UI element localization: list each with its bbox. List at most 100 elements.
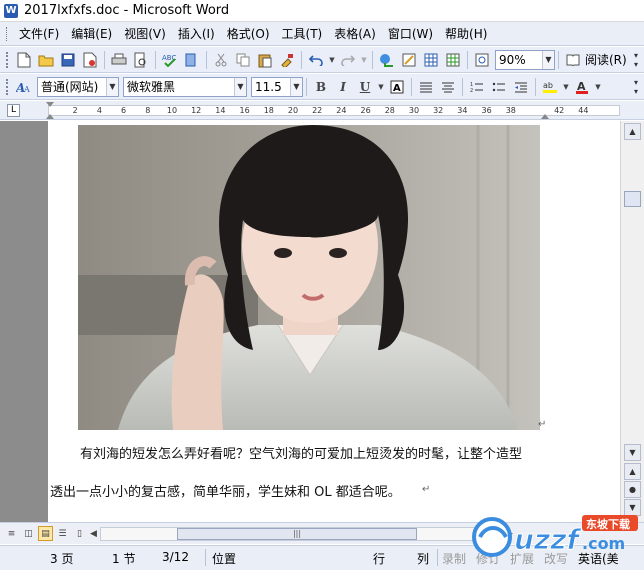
toolbar-separator [104, 50, 105, 69]
normal-view-icon[interactable]: ≡ [4, 526, 19, 541]
underline-dropdown-icon[interactable]: ▼ [377, 77, 385, 97]
styles-formatting-icon[interactable]: AA [14, 77, 34, 97]
decrease-indent-icon[interactable] [511, 77, 531, 97]
underline-icon[interactable]: U [355, 77, 375, 97]
bold-icon[interactable]: B [311, 77, 331, 97]
bullets-icon[interactable] [489, 77, 509, 97]
uzzf-watermark-logo: uzzf .com 东坡下载 [470, 505, 644, 567]
menu-view[interactable]: 视图(V) [118, 25, 172, 42]
status-page: 3 页 [50, 552, 74, 566]
first-line-indent-marker[interactable] [46, 102, 54, 107]
menu-table[interactable]: 表格(A) [328, 25, 382, 42]
scroll-up-icon[interactable]: ▲ [624, 123, 641, 140]
svg-text:A: A [23, 85, 30, 94]
vertical-scrollbar[interactable]: ▲ ▼ ▲ ● ▼ [620, 121, 644, 522]
permission-icon[interactable] [80, 50, 100, 70]
numbering-icon[interactable]: 12 [467, 77, 487, 97]
inserted-photo[interactable] [78, 125, 540, 430]
reading-view-icon[interactable]: ▯ [72, 526, 87, 541]
character-border-icon[interactable]: A [387, 77, 407, 97]
open-folder-icon[interactable] [36, 50, 56, 70]
insert-excel-icon[interactable] [443, 50, 463, 70]
menu-bar: 文件(F) 编辑(E) 视图(V) 插入(I) 格式(O) 工具(T) 表格(A… [0, 22, 644, 46]
menu-window[interactable]: 窗口(W) [382, 25, 439, 42]
ruler-tick-label: 22 [312, 106, 323, 115]
document-map-icon[interactable] [472, 50, 492, 70]
ruler-tick-label: 2 [72, 106, 78, 115]
undo-dropdown-icon[interactable]: ▼ [328, 50, 336, 70]
spelling-icon[interactable]: ABC [160, 50, 180, 70]
menu-tools[interactable]: 工具(T) [276, 25, 329, 42]
menu-insert[interactable]: 插入(I) [172, 25, 221, 42]
font-color-dropdown-icon[interactable]: ▼ [594, 77, 602, 97]
watermark-tag: 东坡下载 [586, 518, 630, 531]
toolbar-grip[interactable] [6, 51, 9, 68]
size-dropdown-arrow-icon[interactable]: ▼ [290, 77, 302, 96]
menu-grip[interactable] [6, 26, 9, 41]
horizontal-scroll-thumb[interactable]: ||| [177, 528, 417, 540]
ruler-track[interactable]: 2 4 6 8 10 12 14 16 18 20 22 24 26 28 30 32 34 36 38 42 44 [48, 105, 620, 116]
print-icon[interactable] [109, 50, 129, 70]
zoom-select[interactable]: 90% ▼ [495, 49, 555, 70]
menu-help[interactable]: 帮助(H) [439, 25, 493, 42]
ruler-tick-label: 6 [121, 106, 127, 115]
select-browse-object-icon[interactable]: ● [624, 481, 641, 498]
toolbar-options-icon[interactable]: ▾ ▾ [630, 77, 642, 97]
formatting-toolbar: AA 普通(网站) ▼ 微软雅黑 ▼ 11.5 ▼ B I U ▼ A 12 a… [0, 74, 644, 100]
status-page-count: 3/12 [162, 550, 189, 564]
web-layout-view-icon[interactable]: ◫ [21, 526, 36, 541]
paragraph-line-2: 透出一点小小的复古感，简单华丽，学生妹和 OL 都适合呢。 [50, 485, 401, 500]
toolbar-separator [467, 50, 468, 69]
document-page[interactable]: ↵ 有刘海的短发怎么弄好看呢？空气刘海的可爱加上短烫发的时髦，让整个造型 透出一… [48, 121, 620, 522]
save-icon[interactable] [58, 50, 78, 70]
reading-layout-icon[interactable] [563, 50, 583, 70]
menu-file[interactable]: 文件(F) [13, 25, 65, 42]
ruler-tick-label: 14 [215, 106, 226, 115]
format-painter-icon[interactable] [277, 50, 297, 70]
toolbar-grip[interactable] [6, 78, 9, 95]
undo-icon[interactable] [306, 50, 326, 70]
scroll-left-icon[interactable]: ◀ [86, 526, 101, 541]
ruler-tick-label: 34 [457, 106, 468, 115]
tab-selector-icon[interactable]: L [7, 104, 20, 117]
highlight-dropdown-icon[interactable]: ▼ [562, 77, 570, 97]
align-center-icon[interactable] [438, 77, 458, 97]
insert-table-icon[interactable] [421, 50, 441, 70]
style-select[interactable]: 普通(网站) ▼ [37, 76, 119, 97]
outline-view-icon[interactable]: ☰ [55, 526, 70, 541]
font-dropdown-arrow-icon[interactable]: ▼ [234, 77, 246, 96]
redo-dropdown-icon[interactable]: ▼ [360, 50, 368, 70]
status-record[interactable]: 录制 [442, 550, 466, 567]
print-layout-view-icon[interactable]: ▤ [38, 526, 53, 541]
font-select[interactable]: 微软雅黑 ▼ [123, 76, 247, 97]
cut-icon[interactable] [211, 50, 231, 70]
status-line: 行 [373, 552, 386, 566]
align-justify-icon[interactable] [416, 77, 436, 97]
style-dropdown-arrow-icon[interactable]: ▼ [106, 77, 118, 96]
italic-icon[interactable]: I [333, 77, 353, 97]
new-document-icon[interactable] [14, 50, 34, 70]
previous-page-icon[interactable]: ▲ [624, 463, 641, 480]
redo-icon[interactable] [338, 50, 358, 70]
hyperlink-icon[interactable] [377, 50, 397, 70]
highlight-icon[interactable]: ab [540, 77, 560, 97]
print-preview-icon[interactable] [131, 50, 151, 70]
left-indent-marker[interactable] [46, 114, 54, 119]
scroll-down-icon[interactable]: ▼ [624, 444, 641, 461]
font-color-icon[interactable]: A [572, 77, 592, 97]
status-column: 列 [417, 552, 430, 566]
menu-edit[interactable]: 编辑(E) [65, 25, 118, 42]
zoom-dropdown-arrow-icon[interactable]: ▼ [542, 50, 554, 69]
horizontal-scroll-track[interactable]: ||| [100, 527, 500, 541]
copy-icon[interactable] [233, 50, 253, 70]
vertical-scroll-thumb[interactable] [624, 191, 641, 207]
toolbar-options-icon[interactable]: ▾ ▾ [630, 50, 642, 70]
tables-borders-icon[interactable] [399, 50, 419, 70]
right-indent-marker[interactable] [541, 114, 549, 119]
font-size-select[interactable]: 11.5 ▼ [251, 76, 303, 97]
research-icon[interactable] [182, 50, 202, 70]
paste-icon[interactable] [255, 50, 275, 70]
reading-button-label[interactable]: 阅读(R) [585, 51, 627, 68]
menu-format[interactable]: 格式(O) [221, 25, 276, 42]
ruler-tick-label: 8 [145, 106, 151, 115]
